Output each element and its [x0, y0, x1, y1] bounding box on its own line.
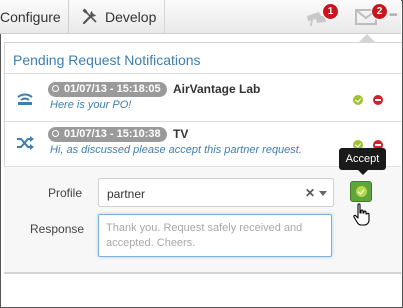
- clear-icon[interactable]: ✕: [305, 186, 315, 200]
- hand-cursor-icon: [353, 203, 370, 226]
- chevron-down-icon[interactable]: [319, 191, 327, 196]
- alerts-count-badge: 1: [323, 4, 338, 19]
- panel-bottom-edge: [4, 272, 401, 273]
- response-textarea[interactable]: Thank you. Request safely received and a…: [98, 214, 332, 257]
- clock-icon: [52, 85, 59, 92]
- timestamp-badge: 01/07/13 - 15:10:38: [48, 127, 167, 142]
- more-icon: •••: [389, 10, 397, 21]
- check-icon: [356, 186, 367, 197]
- accept-tooltip: Accept: [339, 148, 386, 175]
- notification-sender: AirVantage Lab: [173, 82, 261, 96]
- reject-icon[interactable]: [373, 95, 383, 105]
- profile-select[interactable]: partner ✕: [98, 178, 334, 207]
- timestamp-text: 01/07/13 - 15:10:38: [64, 128, 161, 140]
- tab-develop[interactable]: Develop: [69, 0, 165, 33]
- top-navigation-bar: Configure Develop 1 ••• 2: [0, 0, 401, 34]
- timestamp-badge: 01/07/13 - 15:18:05: [48, 82, 167, 97]
- accept-button[interactable]: [350, 181, 372, 202]
- panel-title: Pending Request Notifications: [13, 52, 201, 68]
- tab-develop-label: Develop: [105, 9, 157, 25]
- notification-sender: TV: [173, 127, 189, 141]
- notification-message: Hi, as discussed please accept this part…: [50, 144, 302, 156]
- accept-icon[interactable]: [353, 95, 363, 105]
- response-label: Response: [30, 222, 85, 236]
- notification-item[interactable]: 01/07/13 - 15:18:05 AirVantage Lab Here …: [5, 75, 402, 123]
- tab-configure-label: Configure: [0, 9, 61, 25]
- tools-icon: [82, 8, 97, 25]
- notifications-count-badge: 2: [372, 4, 387, 19]
- profile-label: Profile: [48, 186, 83, 200]
- divider: [5, 73, 402, 74]
- notification-message: Here is your PO!: [50, 99, 132, 111]
- timestamp-text: 01/07/13 - 15:18:05: [64, 83, 161, 95]
- clock-icon: [52, 130, 59, 137]
- wifi-icon: [17, 93, 33, 105]
- profile-select-value: partner: [107, 187, 146, 201]
- shuffle-icon: [17, 136, 34, 150]
- panel-caret: [359, 34, 375, 42]
- tab-configure[interactable]: Configure: [0, 0, 69, 33]
